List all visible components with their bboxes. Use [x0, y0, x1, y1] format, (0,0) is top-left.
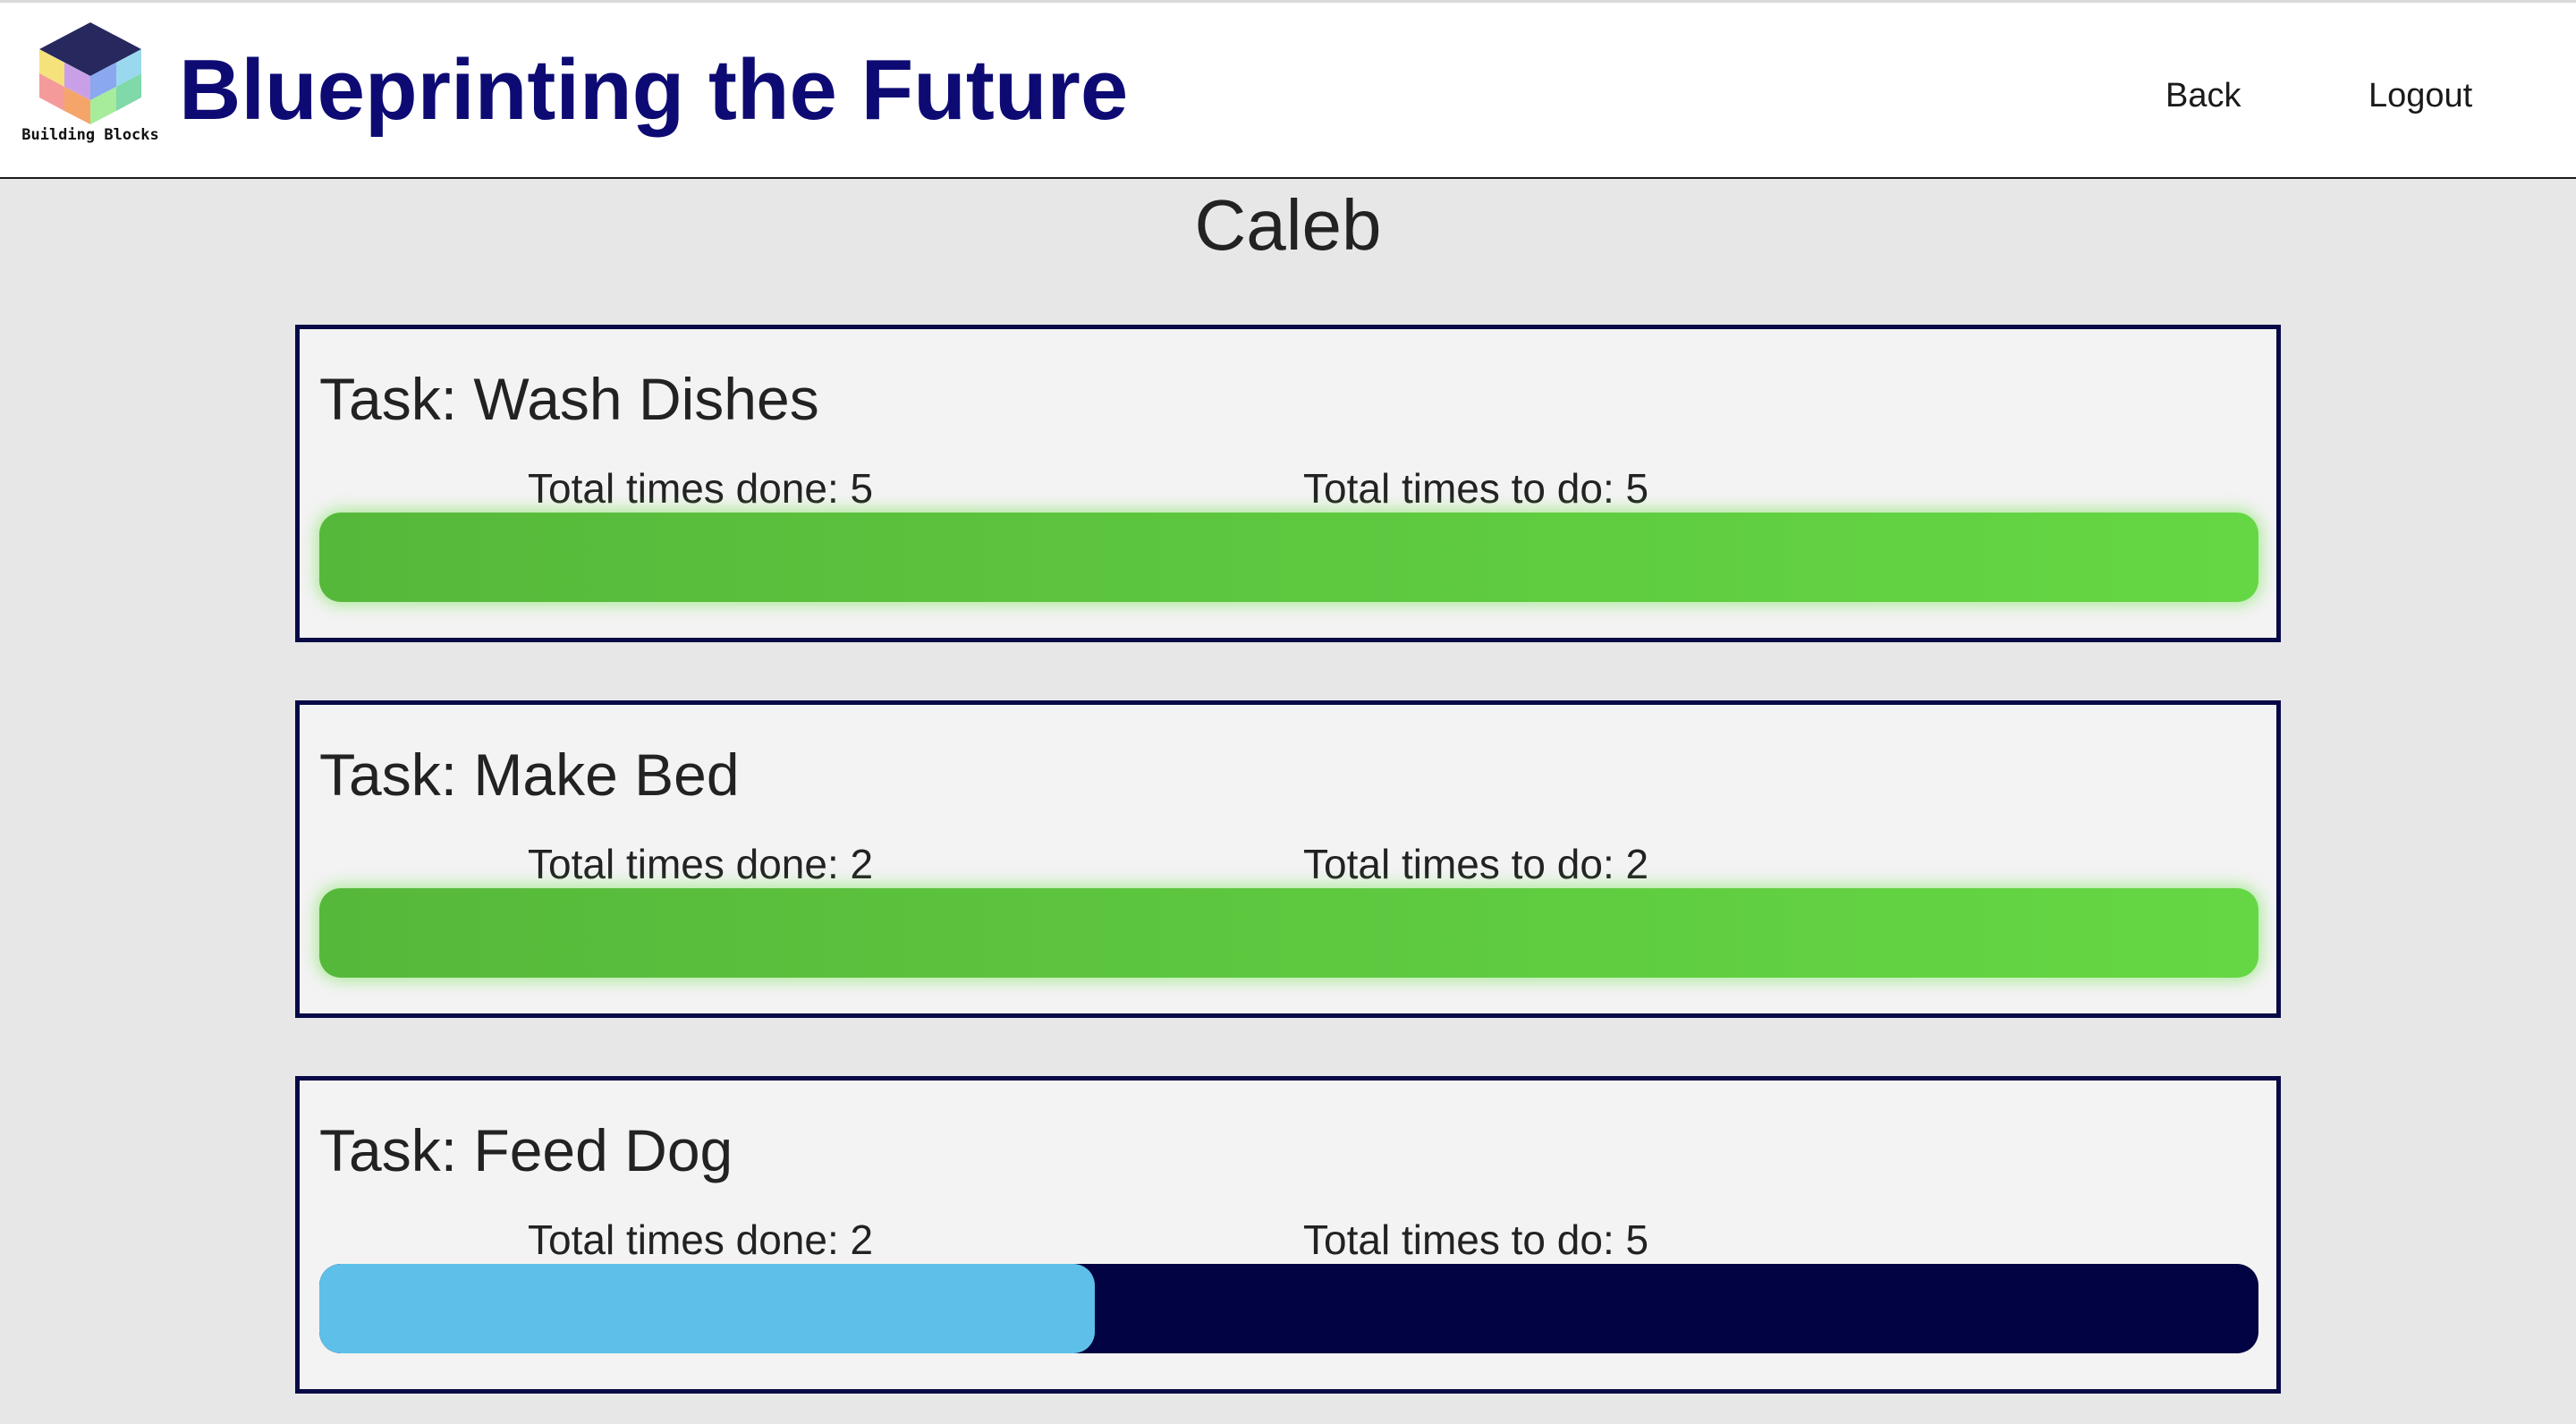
times-to-do-label: Total times to do: 5: [1303, 465, 1649, 512]
task-title: Task: Wash Dishes: [319, 366, 819, 432]
back-link[interactable]: Back: [2165, 76, 2241, 115]
times-to-do-label: Total times to do: 2: [1303, 841, 1649, 887]
logo-text: Building Blocks: [21, 126, 159, 144]
times-done-label: Total times done: 2: [528, 1216, 874, 1263]
task-card: Task: Wash Dishes Total times done: 5 To…: [295, 325, 2281, 642]
progress-bar: [319, 1264, 2258, 1353]
app-header: Building Blocks Blueprinting the Future …: [0, 3, 2576, 179]
times-to-do-label: Total times to do: 5: [1303, 1216, 1649, 1263]
task-card: Task: Make Bed Total times done: 2 Total…: [295, 700, 2281, 1018]
times-done-label: Total times done: 2: [528, 841, 874, 887]
times-done-label: Total times done: 5: [528, 465, 874, 512]
progress-fill: [319, 513, 2258, 602]
app-title: Blueprinting the Future: [179, 42, 1129, 138]
progress-fill: [319, 888, 2258, 978]
child-name-heading: Caleb: [1194, 185, 1382, 265]
task-card: Task: Feed Dog Total times done: 2 Total…: [295, 1076, 2281, 1394]
progress-fill: [319, 1264, 1096, 1353]
logout-link[interactable]: Logout: [2368, 76, 2472, 115]
cube-icon: [39, 22, 141, 124]
progress-bar: [319, 888, 2258, 978]
progress-bar: [319, 513, 2258, 602]
task-title: Task: Feed Dog: [319, 1117, 733, 1183]
task-title: Task: Make Bed: [319, 742, 740, 808]
building-blocks-logo[interactable]: Building Blocks: [16, 15, 165, 149]
